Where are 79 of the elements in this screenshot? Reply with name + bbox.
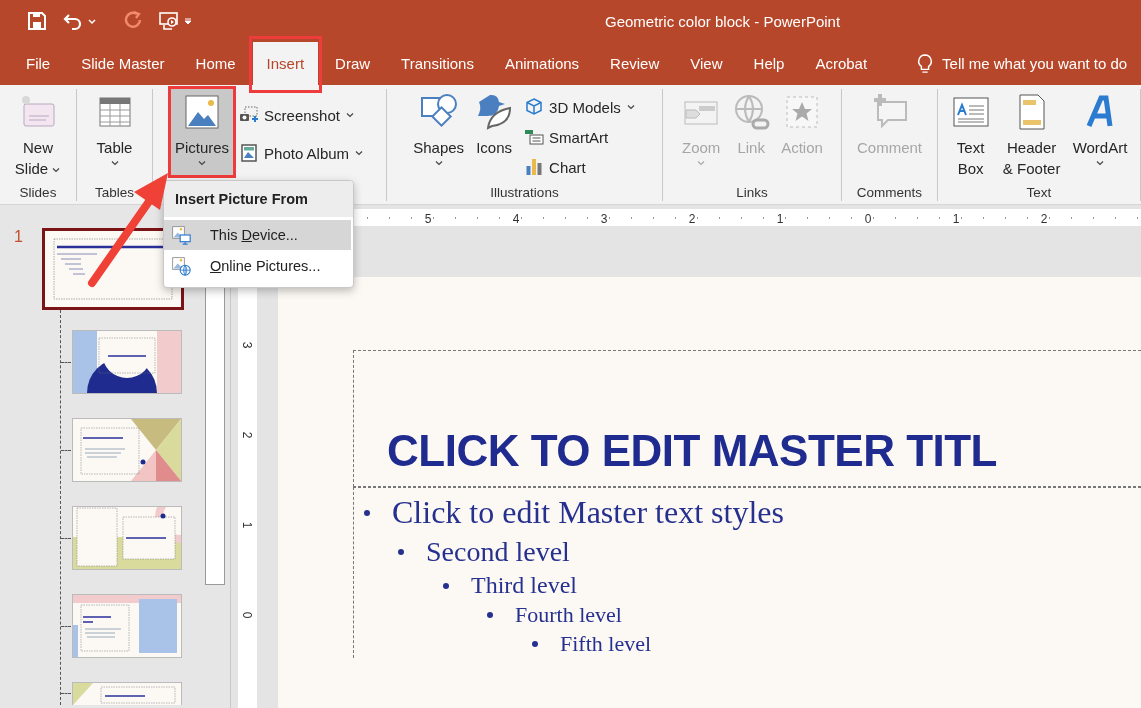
bullet-text: Click to edit Master text styles (392, 493, 784, 532)
ruler-number: 2 (686, 212, 698, 226)
bar-chart-icon (524, 157, 545, 177)
ruler-number: 5 (422, 212, 434, 226)
menu-header: Insert Picture From (164, 181, 353, 217)
ruler-number: 2 (240, 429, 255, 441)
slide-title: CLICK TO EDIT MASTER TITL (387, 426, 997, 476)
group-label: Slides (19, 185, 57, 201)
ribbon-tab[interactable]: Draw (321, 42, 385, 85)
ruler-number: 1 (774, 212, 786, 226)
photo-icon (239, 143, 260, 163)
group-label: Illustrations (490, 185, 559, 201)
window-title: Geometric color block - PowerPoint (605, 12, 841, 30)
bullet-icon (487, 612, 493, 619)
ribbon-button[interactable]: Chart (520, 155, 640, 179)
group-label: Comments (856, 185, 923, 201)
ribbon-button[interactable]: WordArt (1068, 89, 1132, 175)
ribbon-button[interactable]: SmartArt (520, 125, 640, 149)
cube-icon (524, 97, 545, 117)
ribbon-button[interactable]: Shapes (409, 89, 469, 175)
title-placeholder[interactable]: CLICK TO EDIT MASTER TITL (353, 350, 1141, 487)
ruler-number: 1 (240, 519, 255, 531)
bullet-text: Third level (471, 571, 577, 600)
ruler-number: 3 (598, 212, 610, 226)
body-placeholder[interactable]: Click to edit Master text styles Second level Third level Fourth level Fifth level (353, 487, 1141, 659)
undo-icon[interactable] (63, 11, 83, 31)
bullet-icon (398, 548, 404, 555)
menu-item[interactable]: Online Pictures... (164, 251, 351, 281)
group-label: Tables (95, 185, 134, 201)
bullet-text: Second level (426, 534, 570, 569)
ribbon-tab[interactable]: Help (739, 42, 799, 85)
slide-thumbnail[interactable] (72, 418, 182, 482)
ruler-number: 0 (862, 212, 874, 226)
bullet-icon (443, 582, 449, 589)
presenter-icon[interactable] (159, 11, 179, 31)
ribbon-tab[interactable]: Transitions (387, 42, 488, 85)
bullet-text: Fifth level (560, 629, 652, 658)
ribbon-tab[interactable]: Insert (252, 42, 319, 85)
ribbon-tab[interactable]: Home (181, 42, 250, 85)
caret-icon[interactable] (87, 16, 97, 26)
ruler-number: 4 (510, 212, 522, 226)
slide-number: 1 (14, 228, 24, 246)
ribbon-button[interactable]: 3D Models (520, 95, 640, 119)
slide-thumbnail[interactable] (72, 682, 182, 705)
customize-icon[interactable] (183, 16, 193, 26)
slide-thumbnail[interactable] (72, 506, 182, 570)
ribbon-button[interactable]: Header & Footer (996, 89, 1067, 181)
tell-me-search[interactable]: Tell me what you want to do (942, 55, 1128, 72)
picture-monitor-icon (171, 225, 191, 245)
bullet-icon (364, 509, 370, 516)
lightbulb-icon[interactable] (916, 52, 935, 75)
bullet-icon (532, 641, 538, 648)
picture-globe-icon (171, 256, 191, 276)
ribbon-tab[interactable]: Slide Master (67, 42, 179, 85)
ribbon-tab[interactable]: View (676, 42, 737, 85)
ribbon-button[interactable]: Photo Album (235, 141, 369, 165)
bullet-text: Fourth level (515, 601, 622, 630)
ribbon-tab[interactable]: Acrobat (801, 42, 882, 85)
ribbon-button[interactable]: Screenshot (235, 103, 369, 127)
ruler-number: 3 (240, 339, 255, 351)
ribbon-button[interactable]: Icons (470, 89, 519, 175)
ribbon-button[interactable]: New Slide (5, 89, 71, 181)
group-label: Text (1026, 185, 1052, 201)
menu-item[interactable]: This Device... (164, 220, 351, 250)
ribbon-tab[interactable]: Animations (490, 42, 594, 85)
ruler-number: 0 (240, 609, 255, 621)
ribbon-tab[interactable]: File (12, 42, 65, 85)
save-icon[interactable] (27, 11, 47, 31)
ribbon-button[interactable]: Text Box (946, 89, 995, 181)
ribbon-button[interactable]: Table (90, 89, 139, 175)
ruler-number: 2 (1038, 212, 1050, 226)
ribbon-button[interactable]: Pictures (170, 89, 234, 175)
slide-thumbnail[interactable] (72, 330, 182, 394)
ribbon-tab[interactable]: Review (596, 42, 674, 85)
camera-icon (239, 105, 260, 125)
ruler-number: 1 (950, 212, 962, 226)
diagram-icon (524, 127, 545, 147)
slide-thumbnail[interactable] (72, 594, 182, 658)
group-label: Links (736, 185, 768, 201)
